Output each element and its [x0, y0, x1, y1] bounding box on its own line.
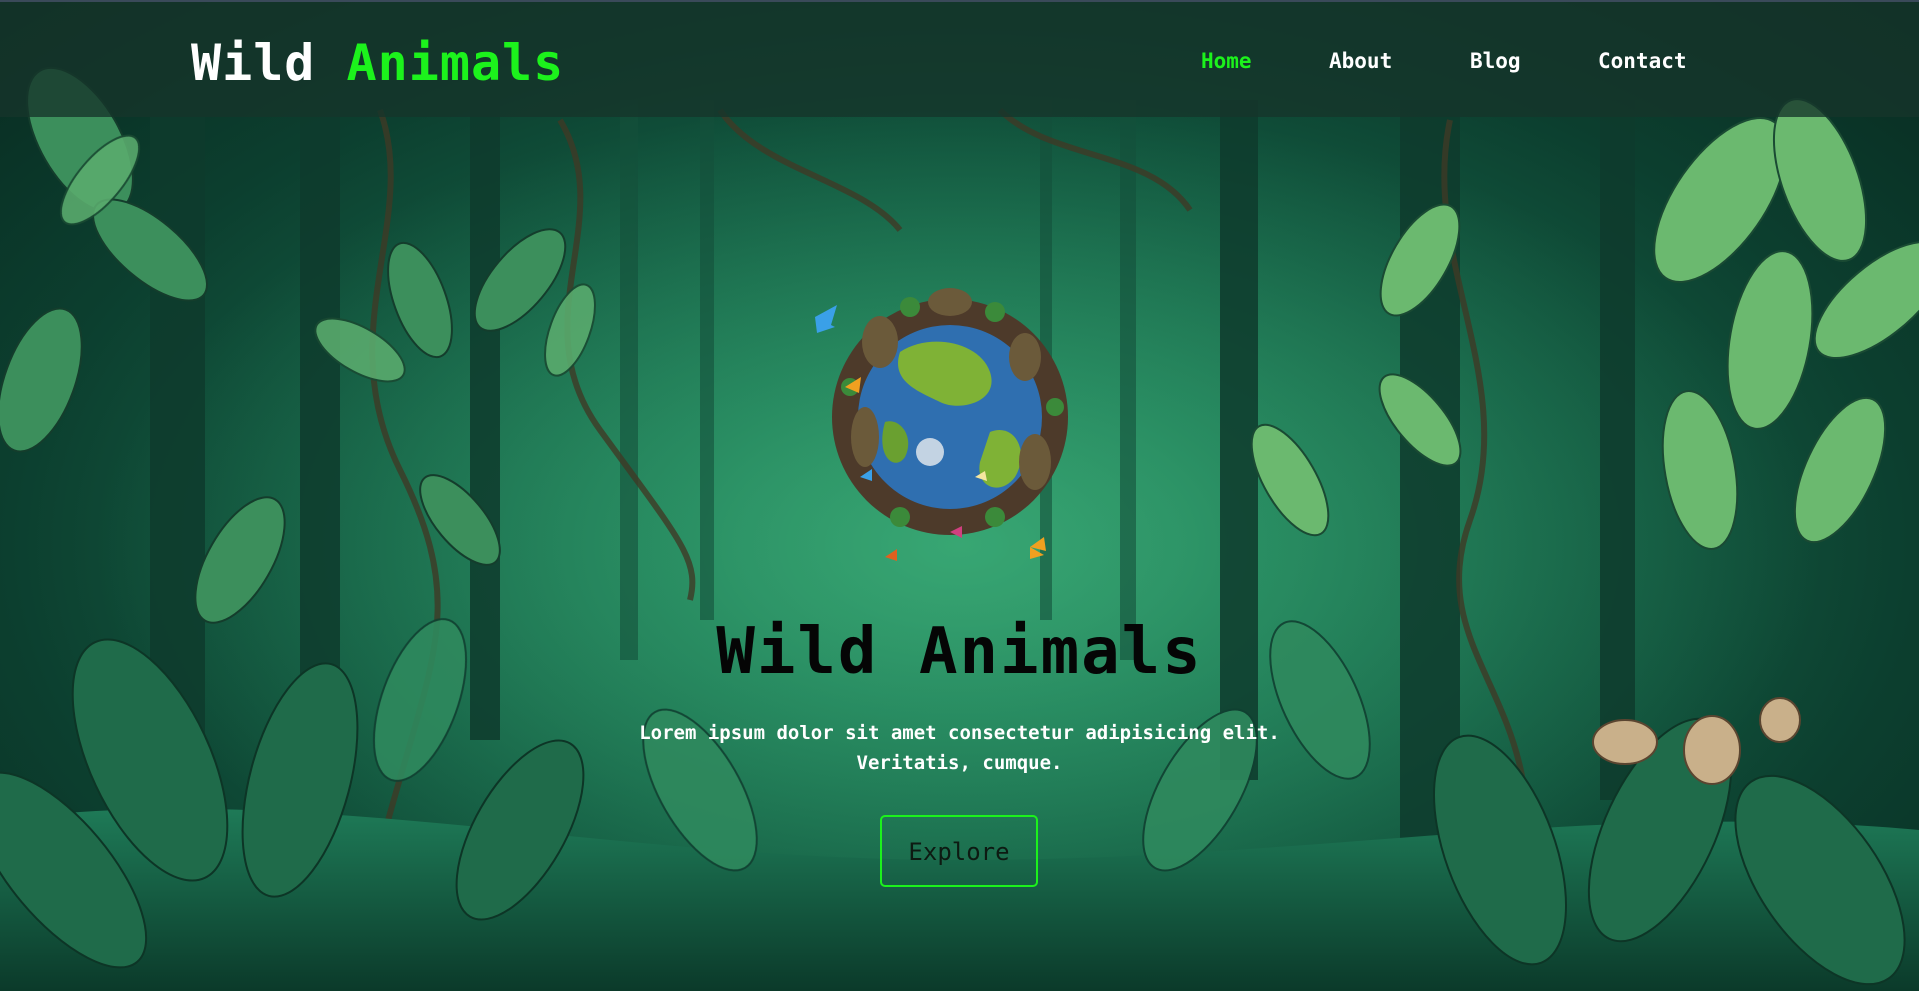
hero-description-line-1: Lorem ipsum dolor sit amet consectetur a…: [639, 722, 1280, 744]
logo-word-animals: Animals: [346, 34, 565, 92]
logo-word-wild: Wild: [191, 34, 316, 92]
hero-title: Wild Animals: [716, 615, 1203, 689]
nav-home-link[interactable]: Home: [1201, 46, 1252, 76]
explore-button[interactable]: Explore: [880, 815, 1038, 887]
animal-globe-illustration: [815, 288, 1068, 561]
hero-description: Lorem ipsum dolor sit amet consectetur a…: [0, 718, 1919, 778]
nav-contact-link[interactable]: Contact: [1598, 46, 1687, 76]
hero-description-line-2: Veritatis, cumque.: [856, 752, 1063, 774]
site-header: Wild Animals Home About Blog Contact: [0, 0, 1919, 117]
site-logo[interactable]: Wild Animals: [191, 30, 564, 96]
nav-about-link[interactable]: About: [1329, 46, 1392, 76]
nav-blog-link[interactable]: Blog: [1470, 46, 1521, 76]
page: Wild Animals Home About Blog Contact Wil…: [0, 0, 1919, 991]
